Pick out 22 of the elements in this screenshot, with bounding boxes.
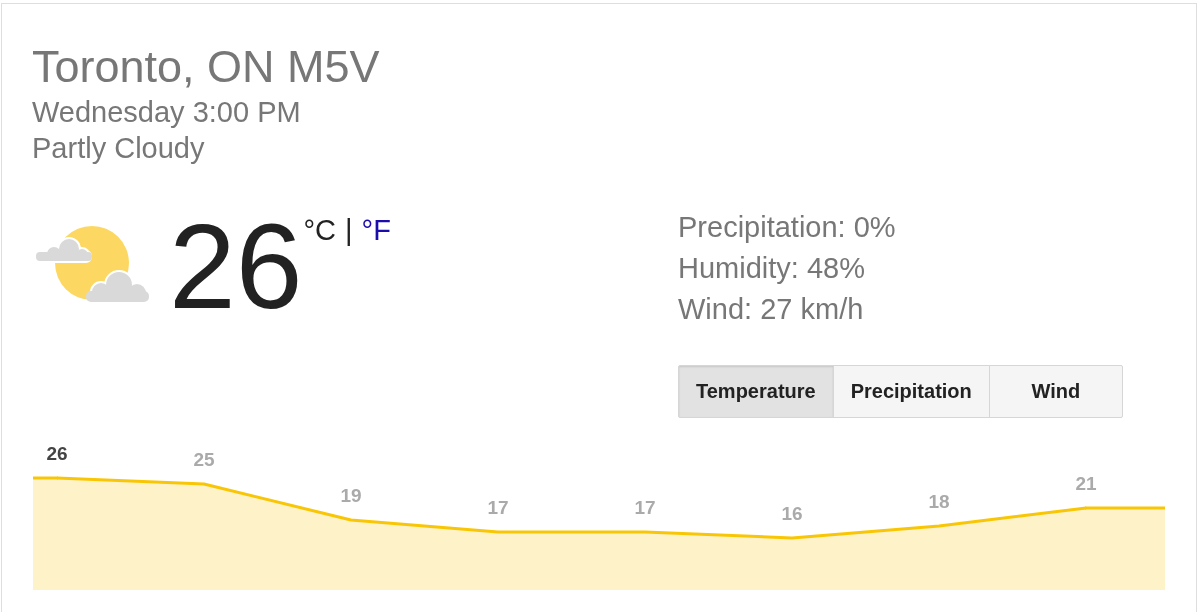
data-label: 21 <box>1075 472 1097 494</box>
unit-toggle[interactable]: °F <box>361 216 391 245</box>
temperature-value: 26 <box>169 206 303 326</box>
data-label: 26 <box>46 442 68 464</box>
chart-tab[interactable]: Wind <box>988 364 1123 418</box>
chart-tab[interactable]: Temperature <box>678 364 834 418</box>
condition-text: Partly Cloudy <box>32 131 205 166</box>
unit-separator: | <box>345 216 353 245</box>
data-label: 17 <box>634 496 656 518</box>
data-label: 17 <box>487 496 509 518</box>
unit-toggle[interactable]: °C <box>303 216 337 245</box>
location-title: Toronto, ON M5V <box>32 41 380 93</box>
sun-cloud-icon <box>34 226 150 303</box>
chart-tab[interactable]: Precipitation <box>832 364 990 418</box>
date-time: Wednesday 3:00 PM <box>32 95 301 130</box>
data-label: 18 <box>928 490 950 512</box>
data-label: 19 <box>340 484 362 506</box>
detail-text: Humidity: 48% <box>678 250 865 286</box>
detail-text: Precipitation: 0% <box>678 209 896 245</box>
data-label: 25 <box>193 448 215 470</box>
data-label: 16 <box>781 502 803 524</box>
detail-text: Wind: 27 km/h <box>678 291 864 327</box>
